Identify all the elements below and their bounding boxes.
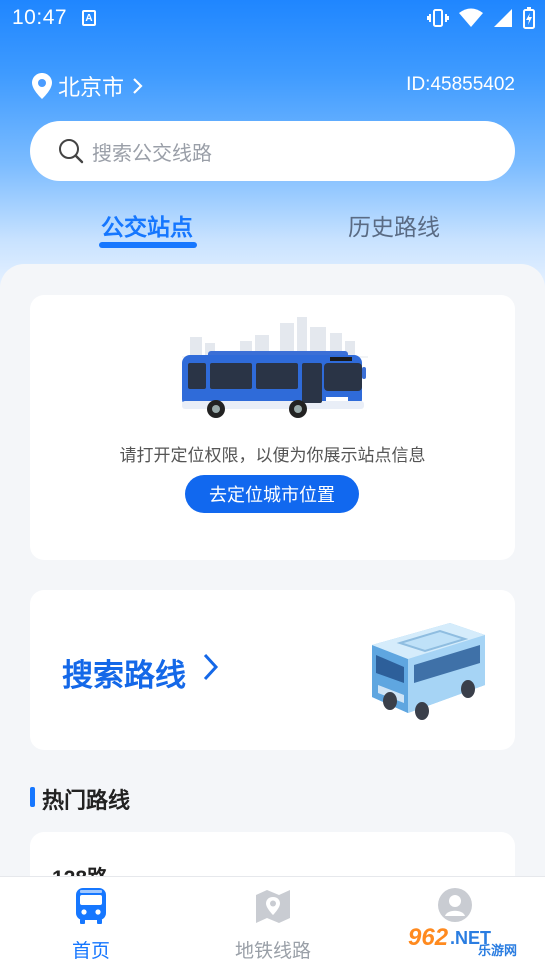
vibrate-icon [427, 9, 449, 27]
search-placeholder: 搜索公交线路 [92, 142, 212, 165]
signal-icon [494, 9, 512, 27]
section-marker [30, 787, 35, 807]
bus-icon [76, 888, 106, 924]
nav-metro-label: 地铁线路 [234, 941, 311, 962]
nav-home[interactable]: 首页 [31, 887, 151, 963]
search-route-label: 搜索路线 [62, 658, 186, 693]
bus-3d-illustration [372, 623, 485, 720]
user-id: ID:45855402 [406, 74, 515, 95]
watermark-subtitle: 乐游网 [478, 943, 518, 958]
hot-routes-title: 热门路线 [42, 788, 131, 813]
site-watermark: 962 .NET 乐游网 [408, 916, 545, 960]
chevron-right-icon [203, 653, 219, 681]
location-permission-card: 请打开定位权限，以便为你展示站点信息 去定位城市位置 [30, 295, 515, 560]
search-input[interactable]: 搜索公交线路 [30, 121, 515, 181]
search-route-card[interactable]: 搜索路线 [30, 590, 515, 750]
chevron-right-icon [133, 78, 143, 94]
notification-a-icon: A [82, 10, 96, 26]
locate-city-button[interactable]: 去定位城市位置 [185, 475, 359, 513]
tab-history-routes[interactable]: 历史路线 [348, 208, 440, 242]
nav-home-label: 首页 [71, 941, 110, 962]
location-permission-hint: 请打开定位权限，以便为你展示站点信息 [119, 446, 426, 465]
city-name: 北京市 [58, 75, 125, 100]
battery-icon [523, 7, 535, 29]
wifi-icon [459, 8, 483, 27]
map-icon [256, 890, 290, 923]
watermark-number: 962 [408, 924, 449, 951]
active-tab-indicator [99, 242, 197, 248]
nav-metro-lines[interactable]: 地铁线路 [213, 887, 333, 963]
city-selector[interactable]: 北京市 [32, 70, 144, 102]
search-icon [59, 139, 84, 164]
tab-bus-stops[interactable]: 公交站点 [101, 208, 193, 242]
location-pin-icon [32, 73, 52, 99]
status-bar: 10:47 A [0, 0, 545, 36]
status-time: 10:47 [12, 6, 68, 29]
bus-illustration [182, 317, 368, 418]
